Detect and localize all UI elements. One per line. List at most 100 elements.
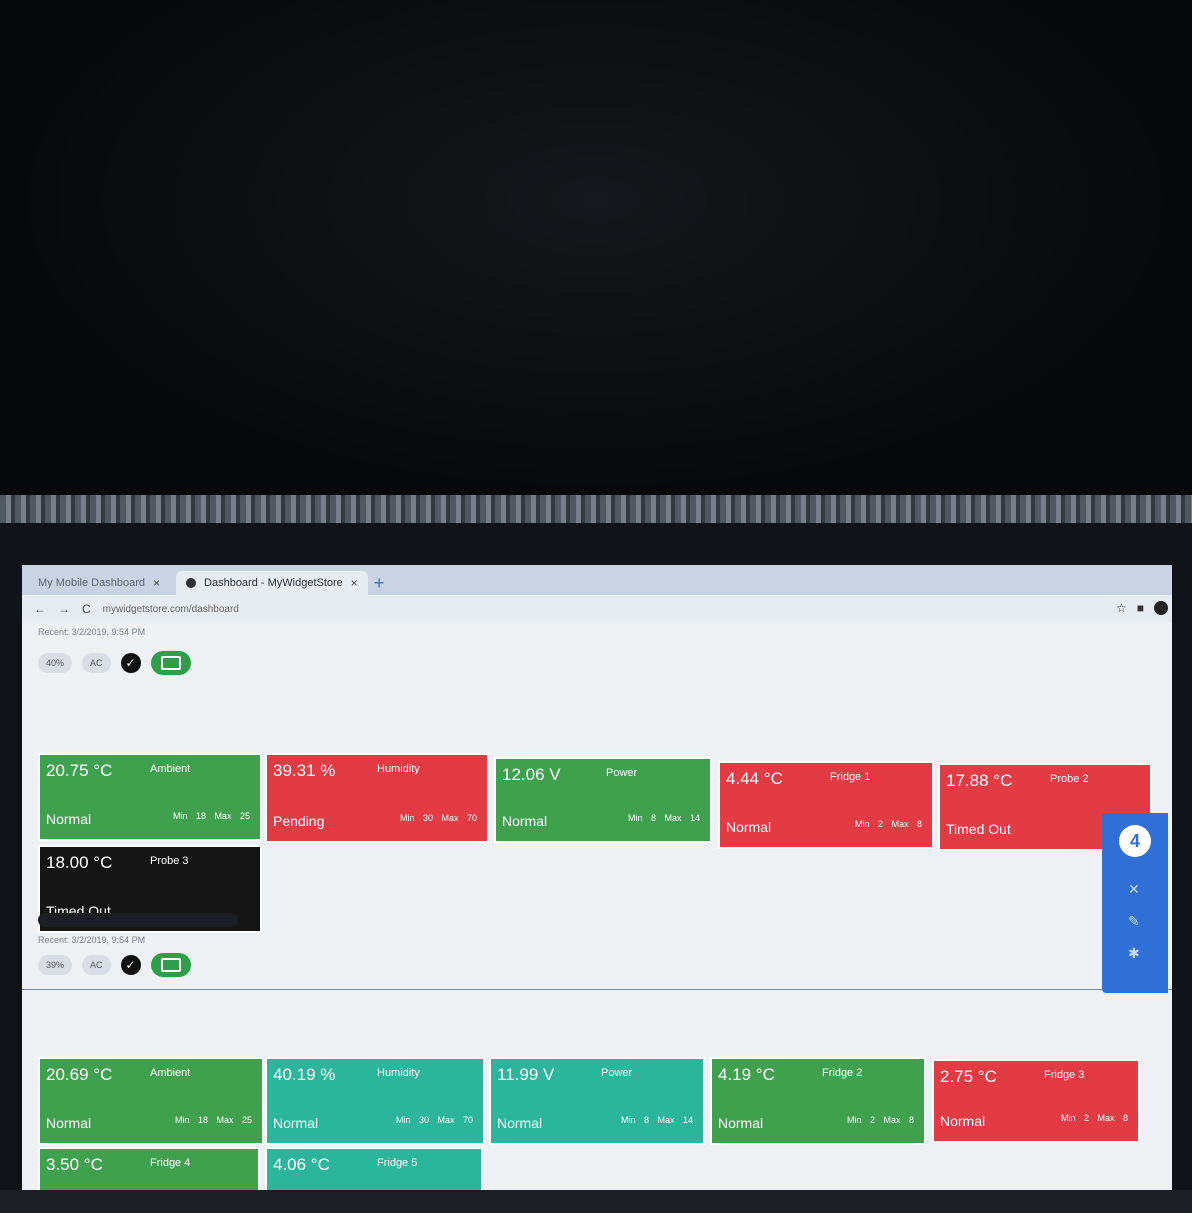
sensor-label: Probe 2	[1050, 773, 1089, 785]
sensor-value: 18.00 °C	[46, 853, 113, 872]
favicon-icon	[186, 578, 197, 588]
sensor-card[interactable]: 4.44 °C Fridge 1 Normal Min 2 Max 8	[718, 761, 934, 849]
message-button[interactable]	[150, 953, 191, 977]
sensor-card[interactable]: 2.75 °C Fridge 3 Normal Min 2 Max 8	[932, 1059, 1140, 1143]
group-updated-text: Recent: 3/2/2019, 9:54 PM	[38, 627, 146, 637]
sensor-label: Ambient	[150, 1067, 191, 1079]
power-source-pill: AC	[82, 653, 111, 673]
sensor-label: Humidity	[377, 763, 420, 775]
floating-action-panel[interactable]: 4 ✕ ✎ ✱	[1102, 813, 1168, 993]
sensor-value: 4.06 °C	[273, 1155, 330, 1174]
sensor-label: Humidity	[377, 1067, 420, 1079]
section-divider	[22, 989, 1172, 990]
sensor-status: Normal	[46, 811, 92, 827]
close-icon[interactable]: ×	[153, 576, 160, 590]
sensor-value: 4.19 °C	[718, 1065, 775, 1084]
tab-label: Dashboard - MyWidgetStore	[204, 577, 343, 589]
group-updated-text: Recent: 3/2/2019, 9:54 PM	[38, 935, 146, 945]
sensor-card[interactable]: 39.31 % Humidity Pending Min 30 Max 70	[265, 753, 489, 843]
sensor-status: Pending	[273, 813, 325, 829]
sensor-value: 20.75 °C	[46, 761, 113, 780]
message-icon	[160, 958, 181, 972]
sensor-value: 12.06 V	[502, 765, 561, 784]
sensor-label: Power	[606, 767, 638, 779]
sensor-value: 20.69 °C	[46, 1065, 113, 1084]
sensor-card[interactable]: 20.69 °C Ambient Normal Min 18 Max 25	[38, 1057, 264, 1145]
power-source-pill: AC	[82, 955, 111, 975]
sensor-value: 40.19 %	[273, 1065, 336, 1084]
sensor-range: Min 18 Max 25	[174, 1115, 252, 1125]
settings-icon[interactable]: ✱	[1128, 945, 1140, 962]
sensor-range: Min 2 Max 8	[846, 1115, 914, 1125]
sensor-range: Min 18 Max 25	[172, 811, 250, 821]
group-controls: 40% AC ✓	[38, 651, 191, 675]
sensor-label: Ambient	[150, 763, 191, 775]
back-icon[interactable]: ←	[34, 602, 46, 616]
browser-window: My Mobile Dashboard × Dashboard - MyWidg…	[22, 565, 1172, 1193]
message-button[interactable]	[150, 651, 191, 675]
sensor-label: Probe 3	[150, 855, 189, 867]
sensor-label: Fridge 5	[377, 1157, 418, 1169]
sensor-value: 17.88 °C	[946, 771, 1013, 790]
sensor-label: Fridge 1	[830, 771, 871, 783]
sensor-card[interactable]: 11.99 V Power Normal Min 8 Max 14	[489, 1057, 705, 1145]
photo-dark-background	[0, 0, 1192, 500]
sensor-card[interactable]: 12.06 V Power Normal Min 8 Max 14	[494, 757, 712, 843]
sensor-card[interactable]: 4.06 °CFridge 5NormalMin 2 Max 8	[265, 1147, 483, 1193]
sensor-range: Min 2 Max 8	[854, 819, 922, 829]
edit-icon[interactable]: ✎	[1128, 913, 1140, 930]
sensor-status: Normal	[718, 1115, 764, 1131]
sensor-value: 11.99 V	[497, 1065, 555, 1084]
close-icon[interactable]: ✕	[1128, 881, 1140, 898]
sensor-value: 2.75 °C	[940, 1067, 997, 1086]
sensor-value: 39.31 %	[273, 761, 336, 780]
group-controls: 39% AC ✓	[38, 953, 191, 977]
sensor-label: Fridge 3	[1044, 1069, 1085, 1081]
sensor-status: Timed Out	[946, 821, 1011, 837]
taskbar	[0, 1190, 1192, 1213]
new-tab-button[interactable]: +	[374, 571, 385, 595]
count-badge[interactable]: 4	[1119, 825, 1151, 857]
sensor-label: Fridge 4	[150, 1157, 191, 1169]
sensor-card[interactable]: 40.19 % Humidity Normal Min 30 Max 70	[265, 1057, 485, 1145]
tab-inactive[interactable]: My Mobile Dashboard ×	[28, 571, 170, 595]
battery-pill: 40%	[38, 653, 73, 673]
sensor-range: Min 30 Max 70	[395, 1115, 473, 1125]
sensor-card[interactable]: 4.19 °C Fridge 2 Normal Min 2 Max 8	[710, 1057, 926, 1145]
sensor-range: Min 2 Max 8	[1060, 1113, 1128, 1123]
sensor-card[interactable]: 20.75 °C Ambient Normal Min 18 Max 25	[38, 753, 262, 841]
sensor-status: Normal	[46, 1115, 92, 1131]
toolbar-icons: ☆ ■	[1116, 601, 1168, 615]
message-icon	[160, 656, 181, 670]
check-icon[interactable]: ✓	[120, 955, 141, 975]
sensor-label: Fridge 2	[822, 1067, 863, 1079]
redacted-title	[38, 913, 238, 927]
sensor-status: Normal	[726, 819, 772, 835]
sensor-status: Normal	[502, 813, 548, 829]
extension-icon[interactable]: ■	[1137, 601, 1144, 615]
forward-icon[interactable]: →	[58, 602, 70, 616]
tab-strip: My Mobile Dashboard × Dashboard - MyWidg…	[22, 565, 1172, 595]
reload-icon[interactable]: C	[82, 602, 91, 616]
tab-label: My Mobile Dashboard	[38, 577, 145, 589]
sensor-range: Min 30 Max 70	[399, 813, 477, 823]
sensor-status: Normal	[273, 1115, 319, 1131]
sensor-label: Power	[601, 1067, 633, 1079]
check-icon[interactable]: ✓	[120, 653, 141, 673]
tab-active[interactable]: Dashboard - MyWidgetStore ×	[176, 571, 368, 595]
star-icon[interactable]: ☆	[1116, 601, 1127, 615]
url-field[interactable]: mywidgetstore.com/dashboard	[103, 604, 239, 615]
sensor-value: 3.50 °C	[46, 1155, 103, 1174]
sensor-value: 4.44 °C	[726, 769, 783, 788]
photo-seam	[0, 495, 1192, 523]
address-bar: ← → C mywidgetstore.com/dashboard ☆ ■	[22, 595, 1172, 623]
profile-avatar[interactable]	[1154, 601, 1168, 615]
sensor-card[interactable]: 3.50 °CFridge 4NormalMin 2 Max 8	[38, 1147, 260, 1193]
sensor-status: Normal	[940, 1113, 986, 1129]
sensor-range: Min 8 Max 14	[627, 813, 700, 823]
battery-pill: 39%	[38, 955, 73, 975]
dashboard: Recent: 3/2/2019, 9:54 PM 40% AC ✓ 20.75…	[22, 623, 1172, 1193]
sensor-status: Normal	[497, 1115, 543, 1131]
close-icon[interactable]: ×	[351, 576, 358, 590]
sensor-range: Min 8 Max 14	[620, 1115, 693, 1125]
